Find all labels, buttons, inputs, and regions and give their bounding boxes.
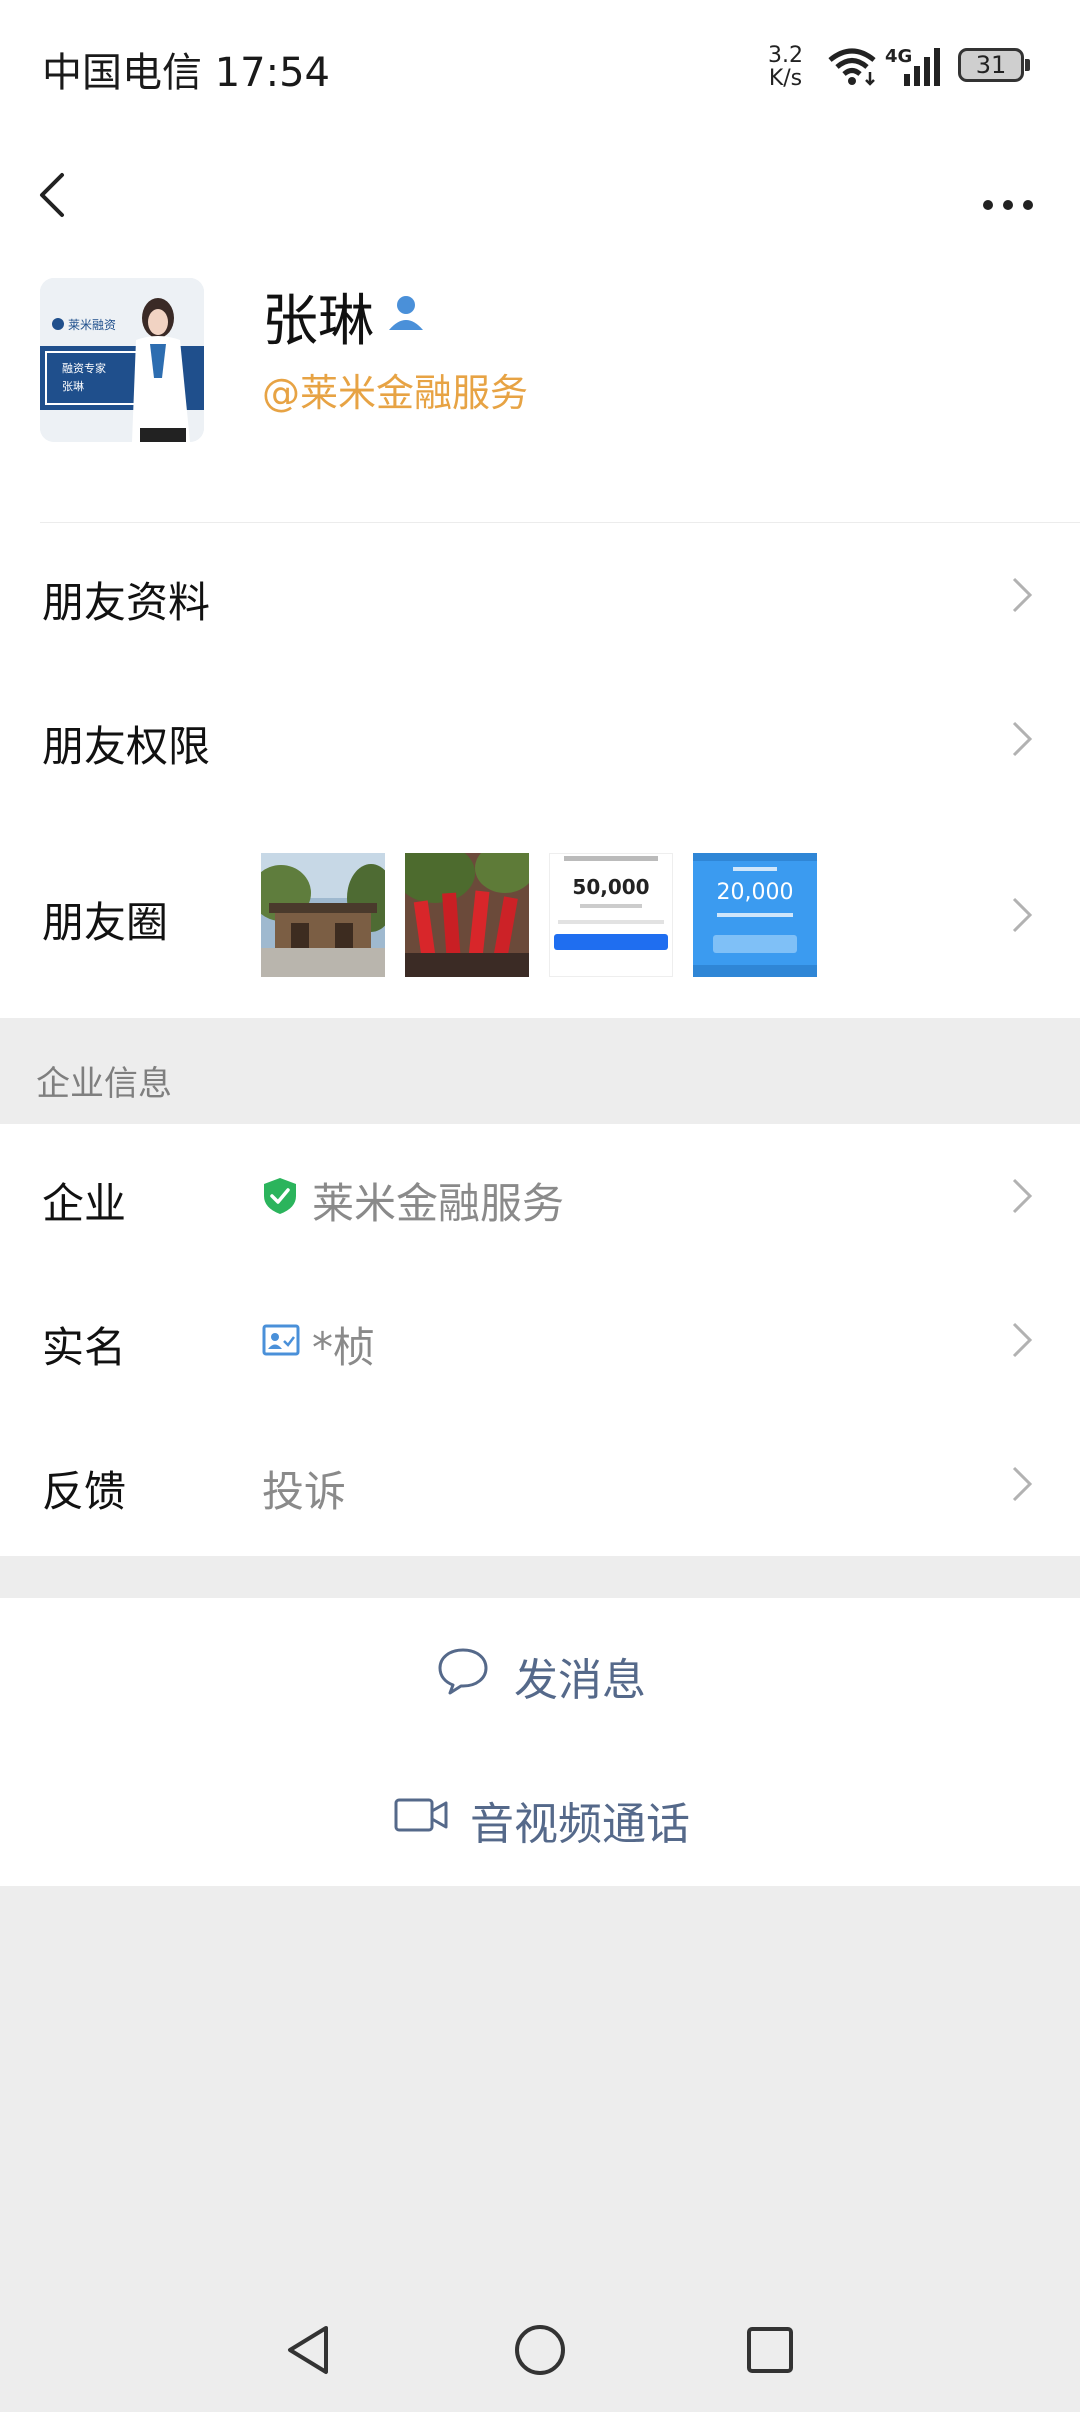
moments-thumbnail [261,853,385,977]
moments-label: 朋友圈 [42,898,169,947]
feedback-row[interactable]: 反馈 投诉 [0,1412,1080,1556]
contact-name: 张琳 [262,289,374,354]
battery-icon: 31 [958,48,1030,82]
feedback-value: 投诉 [262,1467,347,1516]
wecom-user-icon [389,296,423,330]
friend-permissions-label: 朋友权限 [42,722,211,771]
section-title: 企业信息 [36,1064,172,1104]
enterprise-row[interactable]: 企业 莱米金融服务 [0,1124,1080,1268]
chevron-right-icon [1012,1322,1033,1358]
chevron-right-icon [1012,1178,1033,1214]
chevron-right-icon [1012,897,1033,933]
network-speed: 3.2 K/s [768,44,803,90]
real-name-row[interactable]: 实名 *桢 [0,1268,1080,1412]
friend-info-label: 朋友资料 [42,578,211,627]
profile-header: 莱米融资 融资专家 张琳 张琳 @莱米金融服务 [0,130,1080,524]
back-arrow-icon[interactable] [32,150,92,240]
actions-panel: 发消息 音视频通话 [0,1598,1080,1886]
id-card-icon [262,1324,300,1356]
enterprise-label: 企业 [42,1179,127,1228]
send-message-label: 发消息 [514,1655,646,1706]
carrier-time: 中国电信 17:54 [42,50,330,96]
avatar-role-text: 融资专家 [62,361,106,375]
battery-level: 31 [975,51,1007,79]
company-tag: @莱米金融服务 [262,371,529,415]
av-call-label: 音视频通话 [470,1799,690,1850]
avatar-image: 莱米融资 融资专家 张琳 [40,278,204,442]
real-name-label: 实名 [42,1323,127,1372]
speed-value: 3.2 [768,43,803,68]
wifi-icon [828,48,876,86]
enterprise-value: 莱米金融服务 [312,1179,565,1228]
friend-permissions-row[interactable]: 朋友权限 [0,667,1080,811]
avatar[interactable]: 莱米融资 融资专家 张琳 [40,278,204,442]
avatar-name-text: 张琳 [62,379,84,393]
moments-row[interactable]: 朋友圈 [0,811,1080,1018]
more-options-icon[interactable] [976,160,1046,230]
thumb-amount-text: 50,000 [572,875,649,899]
nav-back-icon[interactable] [282,2322,334,2378]
real-name-value: *桢 [312,1323,376,1372]
moments-thumbnail: 20,000 [693,853,817,977]
friend-info-row[interactable]: 朋友资料 [0,523,1080,667]
chevron-right-icon [1012,1466,1033,1502]
speed-unit: K/s [768,66,803,91]
avatar-brand-text: 莱米融资 [68,318,116,332]
moments-thumbnail: 50,000 [549,853,673,977]
signal-icon: 4G [885,46,940,86]
network-type: 4G [885,46,912,67]
chevron-right-icon [1012,577,1033,613]
feedback-label: 反馈 [42,1467,127,1516]
chat-bubble-icon [438,1648,488,1695]
nav-recents-icon[interactable] [744,2322,796,2378]
moments-thumbnail [405,853,529,977]
status-bar: 中国电信 17:54 3.2 K/s 4G 31 [0,0,1080,130]
nav-home-icon[interactable] [512,2322,568,2378]
thumb-amount-text: 20,000 [717,880,794,905]
video-camera-icon [394,1798,448,1832]
av-call-button[interactable]: 音视频通话 [0,1742,1080,1886]
send-message-button[interactable]: 发消息 [0,1598,1080,1742]
chevron-right-icon [1012,721,1033,757]
verified-shield-icon [264,1178,296,1214]
